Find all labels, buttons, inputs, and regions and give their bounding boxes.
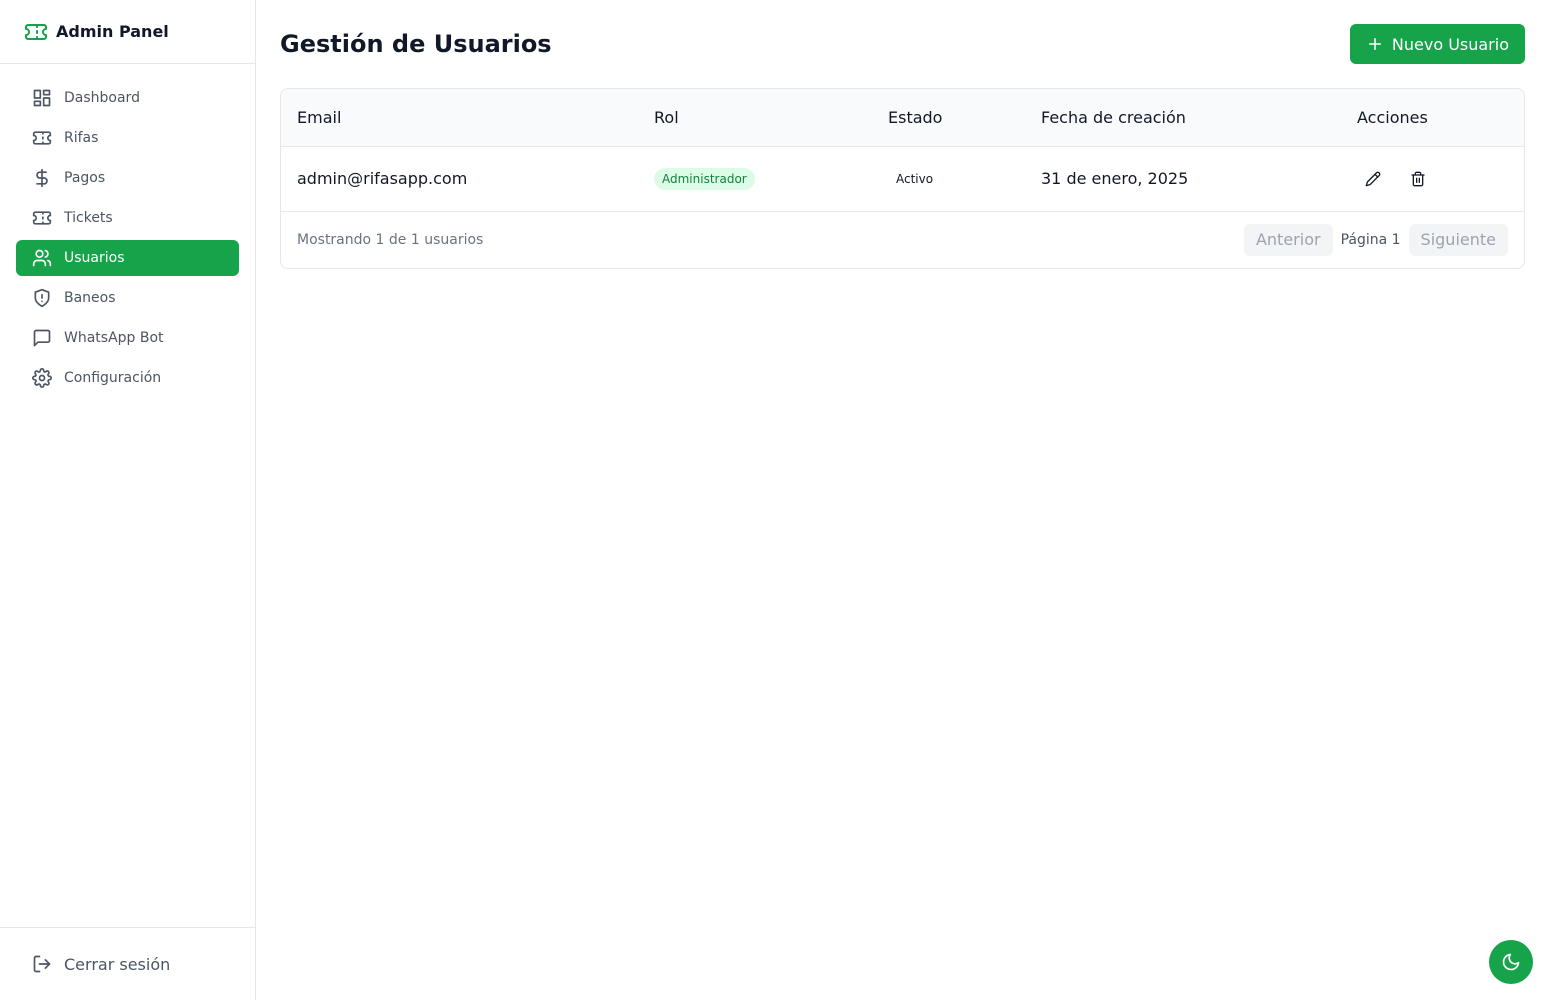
page-header: Gestión de Usuarios Nuevo Usuario xyxy=(280,24,1525,64)
moon-icon xyxy=(1502,953,1520,971)
gear-icon xyxy=(32,368,52,388)
cell-email: admin@rifasapp.com xyxy=(297,169,468,188)
current-page-label: Página 1 xyxy=(1340,231,1401,248)
sidebar-item-usuarios[interactable]: Usuarios xyxy=(16,240,239,276)
ticket-icon xyxy=(25,23,47,40)
sidebar-item-whatsapp-bot[interactable]: WhatsApp Bot xyxy=(16,320,239,356)
sidebar-item-baneos[interactable]: Baneos xyxy=(16,280,239,316)
column-header-fecha: Fecha de creación xyxy=(1041,107,1186,127)
table-row: admin@rifasapp.com Administrador Activo … xyxy=(281,146,1524,211)
pagination-info: Mostrando 1 de 1 usuarios xyxy=(297,231,484,248)
sidebar-item-pagos[interactable]: Pagos xyxy=(16,160,239,196)
sidebar-item-tickets[interactable]: Tickets xyxy=(16,200,239,236)
column-header-rol: Rol xyxy=(654,107,679,127)
sidebar-item-label: Dashboard xyxy=(64,90,140,106)
new-user-label: Nuevo Usuario xyxy=(1391,34,1509,54)
logout-icon xyxy=(32,954,52,974)
users-table: Email Rol Estado Fecha de creación Accio… xyxy=(281,89,1524,212)
logout-button[interactable]: Cerrar sesión xyxy=(0,927,255,1000)
sidebar-item-dashboard[interactable]: Dashboard xyxy=(16,80,239,116)
ticket-icon xyxy=(32,208,52,228)
brand-title: Admin Panel xyxy=(56,22,169,41)
brand: Admin Panel xyxy=(0,0,255,64)
table-header-row: Email Rol Estado Fecha de creación Accio… xyxy=(281,89,1524,146)
cell-created: 31 de enero, 2025 xyxy=(1041,169,1189,188)
new-user-button[interactable]: Nuevo Usuario xyxy=(1349,24,1525,64)
column-header-acciones: Acciones xyxy=(1357,107,1428,127)
ticket-icon xyxy=(32,128,52,148)
column-header-estado: Estado xyxy=(888,107,943,127)
theme-toggle-button[interactable] xyxy=(1489,940,1533,984)
sidebar-item-label: Tickets xyxy=(64,210,113,226)
dollar-icon xyxy=(32,168,52,188)
delete-user-button[interactable] xyxy=(1402,163,1434,195)
main-content: Gestión de Usuarios Nuevo Usuario Email … xyxy=(256,0,1549,1000)
sidebar-item-label: Baneos xyxy=(64,290,116,306)
sidebar-item-rifas[interactable]: Rifas xyxy=(16,120,239,156)
sidebar-item-label: Configuración xyxy=(64,370,162,386)
trash-icon xyxy=(1411,171,1425,186)
sidebar-item-label: WhatsApp Bot xyxy=(64,330,164,346)
table-footer: Mostrando 1 de 1 usuarios Anterior Págin… xyxy=(281,212,1524,268)
sidebar-item-label: Rifas xyxy=(64,130,99,146)
cell-actions xyxy=(1341,146,1524,211)
pencil-icon xyxy=(1365,171,1381,186)
sidebar-item-label: Pagos xyxy=(64,170,106,186)
next-page-button[interactable]: Siguiente xyxy=(1408,223,1508,256)
previous-page-button[interactable]: Anterior xyxy=(1243,223,1333,256)
plus-icon xyxy=(1366,35,1384,53)
column-header-email: Email xyxy=(297,107,342,127)
shield-icon xyxy=(32,288,52,308)
users-table-card: Email Rol Estado Fecha de creación Accio… xyxy=(280,88,1525,269)
page-title: Gestión de Usuarios xyxy=(280,30,552,58)
message-icon xyxy=(32,328,52,348)
sidebar-item-configuracion[interactable]: Configuración xyxy=(16,360,239,396)
users-icon xyxy=(32,248,52,268)
sidebar: Admin Panel Dashboard Rifas Pagos Ticket… xyxy=(0,0,256,1000)
cell-role: Administrador xyxy=(638,146,872,211)
sidebar-item-label: Usuarios xyxy=(64,250,125,266)
role-badge: Administrador xyxy=(654,167,755,190)
pagination: Anterior Página 1 Siguiente xyxy=(1243,223,1508,256)
edit-user-button[interactable] xyxy=(1357,163,1389,195)
logout-label: Cerrar sesión xyxy=(64,954,171,974)
sidebar-nav: Dashboard Rifas Pagos Tickets Usuarios B… xyxy=(0,64,255,396)
dashboard-icon xyxy=(32,88,52,108)
status-badge: Activo xyxy=(896,171,934,186)
cell-status: Activo xyxy=(872,146,1025,211)
